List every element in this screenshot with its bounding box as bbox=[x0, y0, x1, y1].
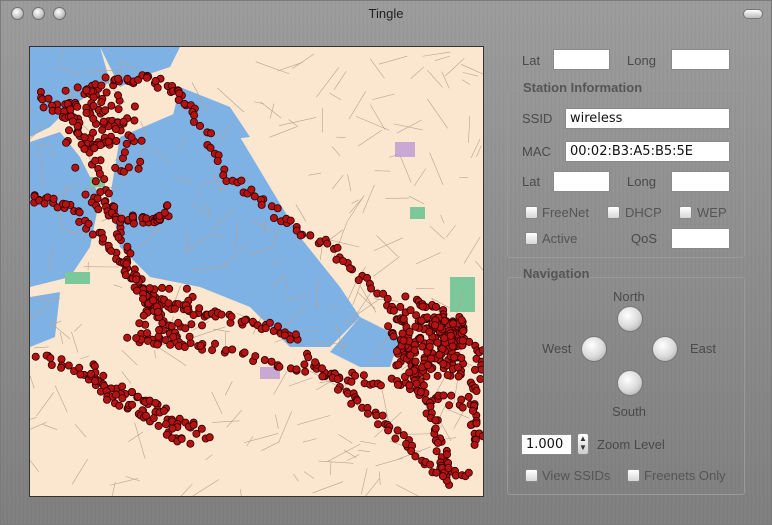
qos-label: QoS bbox=[631, 231, 658, 246]
north-button[interactable] bbox=[617, 306, 643, 332]
long-field[interactable] bbox=[671, 49, 730, 70]
station-lat-field[interactable] bbox=[553, 171, 610, 192]
zoom-level-label: Zoom Level bbox=[597, 437, 665, 452]
active-label: Active bbox=[542, 231, 578, 246]
wep-label: WEP bbox=[697, 205, 727, 220]
south-button[interactable] bbox=[617, 370, 643, 396]
station-information-title: Station Information bbox=[523, 80, 643, 95]
window-title: Tingle bbox=[368, 6, 404, 21]
dhcp-label: DHCP bbox=[625, 205, 662, 220]
navigation-title: Navigation bbox=[523, 266, 590, 281]
wep-checkbox[interactable] bbox=[679, 206, 692, 219]
tingle-window: Tingle Lat Long Station Information SSID… bbox=[0, 0, 772, 525]
south-label: South bbox=[612, 404, 646, 419]
view-ssids-checkbox[interactable] bbox=[525, 469, 538, 482]
east-button[interactable] bbox=[652, 336, 678, 362]
ssid-label: SSID bbox=[522, 111, 553, 126]
lat-field[interactable] bbox=[553, 49, 610, 70]
west-button[interactable] bbox=[581, 336, 607, 362]
map-view[interactable] bbox=[29, 46, 484, 497]
dhcp-checkbox[interactable] bbox=[607, 206, 620, 219]
west-label: West bbox=[542, 341, 572, 356]
active-checkbox[interactable] bbox=[525, 232, 538, 245]
ssid-field[interactable]: wireless bbox=[565, 108, 730, 129]
east-label: East bbox=[690, 341, 717, 356]
qos-field[interactable] bbox=[671, 228, 730, 249]
long-label: Long bbox=[627, 53, 656, 68]
toolbar-toggle-button[interactable] bbox=[743, 9, 763, 19]
freenets-only-checkbox[interactable] bbox=[627, 469, 640, 482]
freenet-label: FreeNet bbox=[542, 205, 589, 220]
mac-field[interactable]: 00:02:B3:A5:B5:5E bbox=[565, 141, 730, 162]
mac-label: MAC bbox=[522, 144, 551, 159]
zoom-level-field[interactable]: 1.000 bbox=[521, 434, 572, 455]
station-long-label: Long bbox=[627, 174, 656, 189]
freenets-only-label: Freenets Only bbox=[644, 468, 726, 483]
lat-label: Lat bbox=[522, 53, 541, 68]
view-ssids-label: View SSIDs bbox=[542, 468, 611, 483]
north-label: North bbox=[613, 289, 645, 304]
map-canvas bbox=[30, 47, 483, 496]
station-lat-label: Lat bbox=[522, 174, 541, 189]
title-bar[interactable]: Tingle bbox=[1, 1, 771, 27]
zoom-stepper[interactable]: ▲ ▼ bbox=[577, 433, 589, 455]
freenet-checkbox[interactable] bbox=[525, 206, 538, 219]
station-long-field[interactable] bbox=[671, 171, 730, 192]
